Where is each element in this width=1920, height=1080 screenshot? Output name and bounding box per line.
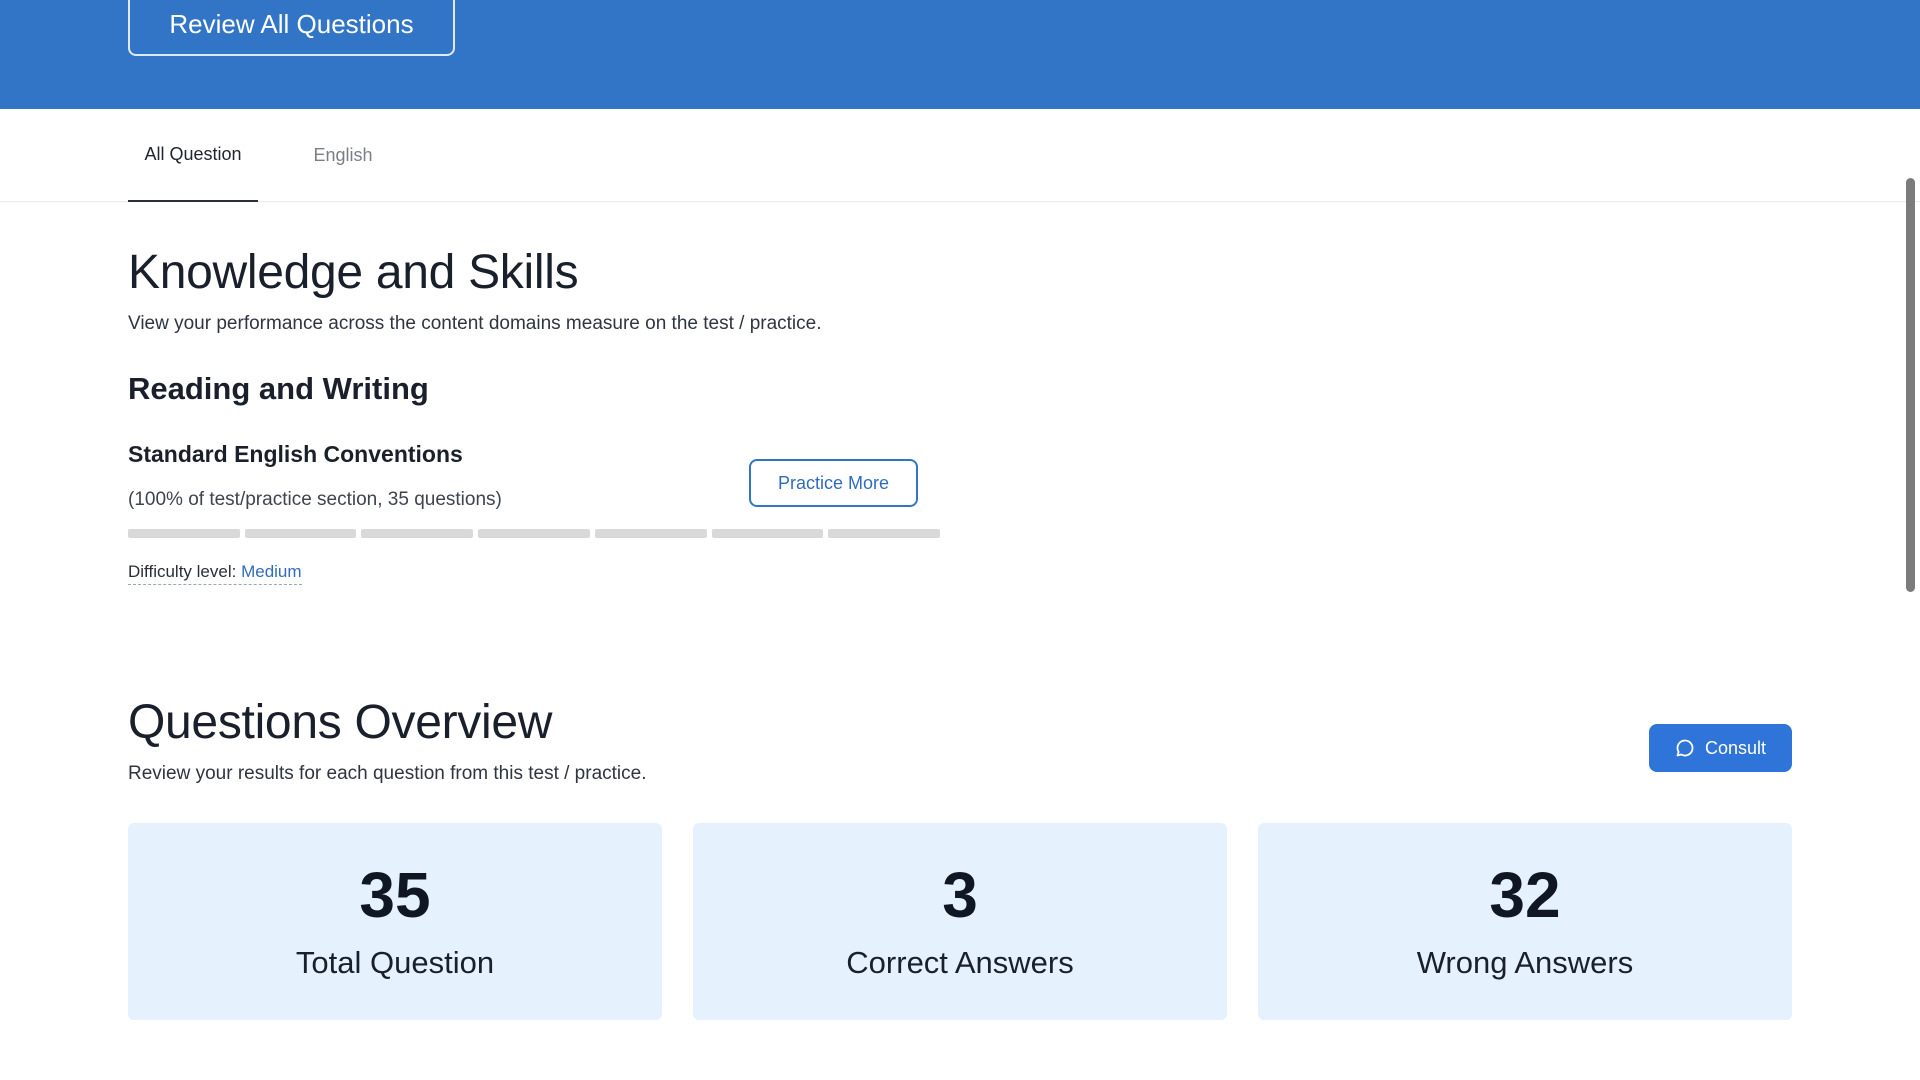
knowledge-skills-title: Knowledge and Skills <box>128 246 579 299</box>
domain-title: Standard English Conventions <box>128 441 463 467</box>
difficulty-label: Difficulty level: <box>128 562 237 581</box>
scrollbar-thumb[interactable] <box>1906 178 1915 592</box>
correct-answers-label: Correct Answers <box>846 945 1074 980</box>
tab-english[interactable]: English <box>294 109 392 202</box>
header-banner: Review All Questions <box>0 0 1920 109</box>
consult-button[interactable]: Consult <box>1649 724 1792 772</box>
chat-bubble-icon <box>1675 738 1695 758</box>
practice-more-button[interactable]: Practice More <box>749 459 918 507</box>
stat-card-correct: 3 Correct Answers <box>693 823 1227 1020</box>
stat-card-wrong: 32 Wrong Answers <box>1258 823 1792 1020</box>
stat-card-total: 35 Total Question <box>128 823 662 1020</box>
difficulty-value: Medium <box>241 562 302 581</box>
domain-progress-bar <box>128 529 941 538</box>
progress-segment <box>128 529 240 538</box>
progress-segment <box>594 529 707 538</box>
tab-bar: All Question English <box>0 109 1920 202</box>
review-all-questions-button[interactable]: Review All Questions <box>128 0 455 56</box>
correct-answers-count: 3 <box>942 859 978 931</box>
progress-segment <box>828 529 941 538</box>
progress-segment <box>244 529 357 538</box>
domain-meta: (100% of test/practice section, 35 quest… <box>128 489 502 510</box>
knowledge-skills-description: View your performance across the content… <box>128 313 822 334</box>
progress-segment <box>711 529 824 538</box>
total-question-count: 35 <box>359 859 431 931</box>
total-question-label: Total Question <box>295 945 495 980</box>
reading-writing-heading: Reading and Writing <box>128 371 429 406</box>
difficulty-level[interactable]: Difficulty level: Medium <box>128 562 302 585</box>
questions-overview-description: Review your results for each question fr… <box>128 763 647 784</box>
wrong-answers-label: Wrong Answers <box>1416 945 1634 980</box>
questions-overview-title: Questions Overview <box>128 696 553 749</box>
progress-segment <box>478 529 590 538</box>
tab-all-question[interactable]: All Question <box>128 109 258 202</box>
wrong-answers-count: 32 <box>1489 859 1561 931</box>
progress-segment <box>361 529 474 538</box>
consult-label: Consult <box>1704 737 1767 758</box>
